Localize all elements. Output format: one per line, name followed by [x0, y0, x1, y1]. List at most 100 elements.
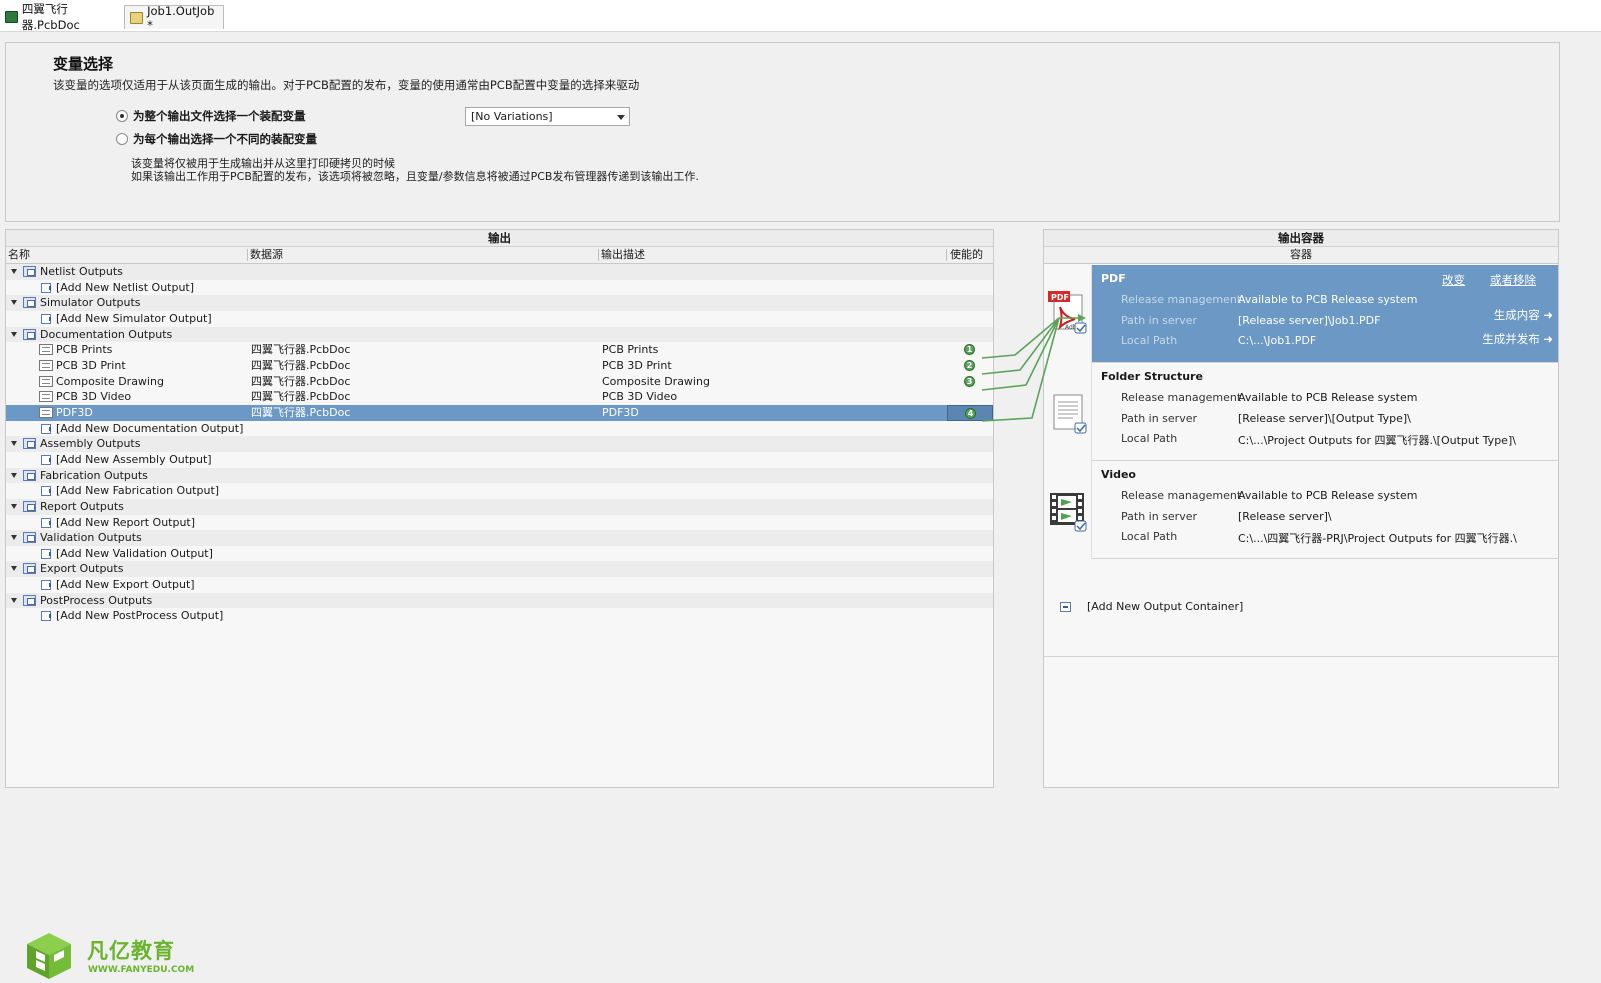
output-item-name: PCB 3D Print — [56, 358, 126, 372]
add-output-container-button[interactable]: [Add New Output Container] — [1060, 600, 1243, 613]
add-output-label: [Add New PostProcess Output] — [56, 609, 224, 623]
column-name[interactable]: 名称 — [8, 247, 30, 263]
column-enabled[interactable]: 使能的 — [950, 247, 983, 263]
path-in-server-value: [Release server]\[Output Type]\ — [1238, 412, 1411, 425]
output-item-description: PDF3D — [602, 405, 639, 419]
column-description[interactable]: 输出描述 — [601, 247, 645, 263]
printer-document-icon — [39, 344, 53, 356]
output-item-source[interactable]: 四翼飞行器.PcbDoc — [251, 389, 350, 405]
column-source[interactable]: 数据源 — [250, 247, 283, 263]
container-card-pdf[interactable]: PDF Adb PDF 改变 或者移除 Release management A… — [1044, 265, 1558, 363]
container-link-badge[interactable]: 3 — [964, 375, 975, 387]
add-output-row[interactable]: [Add New Validation Output] — [6, 545, 993, 562]
container-link-badge[interactable]: 2 — [964, 359, 975, 371]
collapse-triangle-icon[interactable] — [11, 269, 17, 274]
container-card-folder-structure[interactable]: Folder Structure Release management Avai… — [1044, 363, 1558, 461]
output-item-name: PCB Prints — [56, 343, 113, 357]
tab-outjob-label: Job1.OutJob * — [147, 3, 215, 32]
printer-document-icon — [39, 375, 53, 387]
add-output-row[interactable]: [Add New Simulator Output] — [6, 310, 993, 327]
add-output-row[interactable]: [Add New Export Output] — [6, 577, 993, 593]
output-enabled-cell[interactable] — [947, 389, 993, 405]
output-item-source[interactable]: 四翼飞行器.PcbDoc — [251, 358, 350, 374]
variant-select-value: [No Variations] — [471, 110, 553, 123]
container-card-video[interactable]: Video Release management Available to PC… — [1044, 461, 1558, 559]
output-item-row[interactable]: Composite Drawing 四翼飞行器.PcbDoc Composite D… — [6, 373, 993, 390]
local-path-value: C:\...\四翼飞行器-PRJ\Project Outputs for 四翼飞… — [1238, 532, 1517, 545]
add-icon — [41, 548, 51, 559]
output-item-source[interactable]: 四翼飞行器.PcbDoc — [251, 405, 350, 421]
collapse-triangle-icon[interactable] — [11, 441, 17, 447]
variant-select[interactable]: [No Variations] — [465, 107, 630, 126]
collapse-triangle-icon[interactable] — [11, 535, 17, 541]
add-output-label: [Add New Validation Output] — [56, 546, 213, 560]
output-enabled-cell[interactable]: 4 — [947, 404, 993, 421]
add-output-row[interactable]: [Add New Fabrication Output] — [6, 483, 993, 499]
outputs-panel-title: 输出 — [6, 230, 993, 247]
output-group-row[interactable]: Report Outputs — [6, 498, 993, 515]
tab-pcb-document[interactable]: 四翼飞行器.PcbDoc — [0, 2, 121, 32]
printer-document-icon — [39, 406, 53, 418]
column-separator[interactable] — [946, 249, 947, 261]
output-group-row[interactable]: PostProcess Outputs — [6, 592, 993, 609]
column-separator[interactable] — [598, 249, 599, 261]
add-output-row[interactable]: [Add New PostProcess Output] — [6, 608, 993, 625]
output-item-source[interactable]: 四翼飞行器.PcbDoc — [251, 342, 350, 358]
output-group-row[interactable]: Simulator Outputs — [6, 295, 993, 311]
collapse-triangle-icon[interactable] — [11, 503, 17, 509]
output-item-row[interactable]: PCB 3D Video 四翼飞行器.PcbDoc PCB 3D Video — [6, 389, 993, 405]
add-output-label: [Add New Export Output] — [56, 578, 195, 592]
add-output-row[interactable]: [Add New Report Output] — [6, 514, 993, 531]
add-output-row[interactable]: [Add New Documentation Output] — [6, 420, 993, 437]
output-item-row[interactable]: PDF3D 四翼飞行器.PcbDoc PDF3D 4 — [6, 404, 993, 421]
output-containers-panel: 输出容器 容器 PDF Adb PDF 改变 或者移除 Release mana… — [1043, 229, 1559, 788]
output-group-label: PostProcess Outputs — [40, 593, 153, 607]
output-group-label: Assembly Outputs — [40, 437, 141, 451]
output-group-row[interactable]: Validation Outputs — [6, 530, 993, 546]
output-item-description: PCB 3D Video — [602, 390, 678, 404]
output-group-row[interactable]: Fabrication Outputs — [6, 467, 993, 484]
collapse-triangle-icon[interactable] — [11, 566, 17, 572]
output-item-name: Composite Drawing — [56, 374, 164, 388]
chevron-down-icon — [617, 115, 625, 120]
brand-name: 凡亿教育 — [87, 939, 175, 963]
output-group-row[interactable]: Documentation Outputs — [6, 326, 993, 343]
collapse-triangle-icon[interactable] — [11, 331, 17, 337]
collapse-triangle-icon[interactable] — [11, 472, 17, 478]
tab-outjob-document[interactable]: Job1.OutJob * — [124, 3, 224, 32]
add-icon — [41, 517, 51, 528]
radio-single-variant[interactable]: 为整个输出文件选择一个装配变量 — [116, 108, 306, 124]
output-group-row[interactable]: Netlist Outputs — [6, 264, 993, 280]
path-in-server-label: Path in server — [1121, 510, 1198, 523]
output-enabled-cell[interactable]: 1 — [947, 342, 993, 358]
brand-url: WWW.FANYEDU.COM — [88, 965, 195, 975]
output-item-row[interactable]: PCB 3D Print 四翼飞行器.PcbDoc PCB 3D Print 2 — [6, 357, 993, 374]
output-item-name: PCB 3D Video — [56, 390, 132, 404]
output-enabled-cell[interactable]: 3 — [947, 374, 993, 390]
change-container-link[interactable]: 改变 — [1442, 272, 1465, 288]
release-management-label: Release management — [1121, 391, 1242, 404]
add-output-row[interactable]: [Add New Netlist Output] — [6, 279, 993, 296]
generate-and-publish-button[interactable]: 生成并发布 ➜ — [1482, 331, 1553, 347]
radio-each-variant[interactable]: 为每个输出选择一个不同的装配变量 — [116, 131, 317, 147]
radio-each-dot[interactable] — [116, 133, 128, 145]
collapse-triangle-icon[interactable] — [11, 300, 17, 306]
add-output-row[interactable]: [Add New Assembly Output] — [6, 451, 993, 468]
outputs-tree: Netlist Outputs [Add New Netlist Output] S… — [6, 264, 993, 625]
output-group-row[interactable]: Assembly Outputs — [6, 436, 993, 452]
path-in-server-value: [Release server]\ — [1238, 510, 1332, 523]
generate-content-button[interactable]: 生成内容 ➜ — [1494, 307, 1553, 323]
output-group-row[interactable]: Export Outputs — [6, 561, 993, 578]
radio-single-dot[interactable] — [116, 110, 128, 122]
column-separator[interactable] — [247, 249, 248, 261]
output-group-label: Export Outputs — [40, 562, 124, 576]
output-item-description: Composite Drawing — [602, 374, 710, 388]
collapse-triangle-icon[interactable] — [11, 597, 17, 603]
output-item-source[interactable]: 四翼飞行器.PcbDoc — [251, 374, 350, 390]
output-enabled-cell[interactable]: 2 — [947, 358, 993, 374]
container-link-badge[interactable]: 4 — [965, 407, 976, 419]
remove-container-link[interactable]: 或者移除 — [1490, 272, 1536, 288]
output-item-row[interactable]: PCB Prints 四翼飞行器.PcbDoc PCB Prints 1 — [6, 342, 993, 358]
container-title: Folder Structure — [1101, 370, 1203, 383]
container-link-badge[interactable]: 1 — [964, 344, 975, 356]
